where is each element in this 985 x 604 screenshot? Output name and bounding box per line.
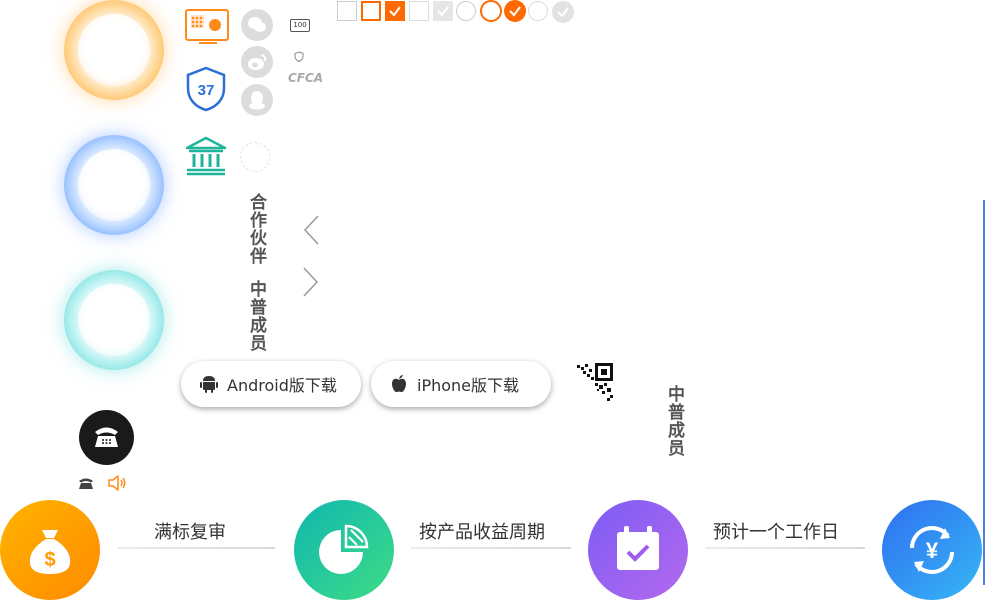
radio-disabled [528,1,548,21]
checkbox-empty[interactable] [337,1,357,21]
badge-100: 100 [290,19,310,32]
teal-orb-decoration [64,270,164,370]
iphone-download-button[interactable]: iPhone版下载 [371,361,551,407]
checkbox-checked[interactable] [385,1,405,21]
check-icon [437,6,449,17]
step-pie-chart [294,500,394,600]
android-icon [200,376,218,393]
android-download-label: Android版下载 [227,376,337,395]
step-3-label: 预计一个工作日 [713,522,839,543]
weibo-icon[interactable] [241,46,273,78]
iphone-download-label: iPhone版下载 [417,376,520,395]
step-3-divider [705,547,865,549]
small-shield-icon [294,47,304,63]
safe-icon [185,9,229,47]
svg-text:$: $ [44,549,55,571]
blue-orb-decoration [64,135,164,235]
prev-arrow-icon[interactable] [302,214,320,246]
step-1-divider [117,547,275,549]
step-2-divider [411,547,571,549]
checkbox-disabled [409,1,429,21]
pie-chart-icon [319,524,369,574]
placeholder-circle [240,142,270,172]
svg-text:¥: ¥ [926,538,939,563]
check-icon [389,6,401,17]
next-arrow-icon[interactable] [302,266,320,298]
phone-icon [95,427,118,447]
qr-code-icon [577,363,615,401]
members-label: 中普成员 [246,280,266,352]
wechat-icon[interactable] [241,9,273,41]
step-1-label: 满标复审 [154,522,226,543]
radio-empty[interactable] [456,1,476,21]
shield-number: 37 [198,82,215,99]
step-money-bag: $ [0,500,100,600]
shield-icon: 37 [185,66,227,112]
calendar-check-icon [617,526,659,570]
phone-button[interactable] [79,410,134,465]
speaker-icon[interactable] [107,474,127,492]
check-icon [557,7,569,18]
yuan-refresh-icon: ¥ [910,526,954,574]
qq-icon[interactable] [241,84,273,116]
radio-checked[interactable] [504,0,526,22]
check-icon [509,6,521,17]
bank-icon [185,135,227,177]
partners-label: 合作伙伴 [246,193,266,265]
step-yuan-refresh: ¥ [882,500,982,600]
money-bag-icon: $ [29,530,71,574]
cfca-logo: CFCA [288,71,324,85]
orange-orb-decoration [64,0,164,100]
radio-hover[interactable] [480,0,502,22]
radio-disabled-checked [552,1,574,23]
android-download-button[interactable]: Android版下载 [181,361,361,407]
checkbox-hover[interactable] [361,1,381,21]
step-2-label: 按产品收益周期 [419,522,545,543]
checkbox-disabled-checked [433,1,453,21]
apple-icon [392,375,406,393]
step-calendar [588,500,688,600]
member-vertical-label: 中普成员 [664,385,684,457]
small-phone-icon [78,475,94,489]
